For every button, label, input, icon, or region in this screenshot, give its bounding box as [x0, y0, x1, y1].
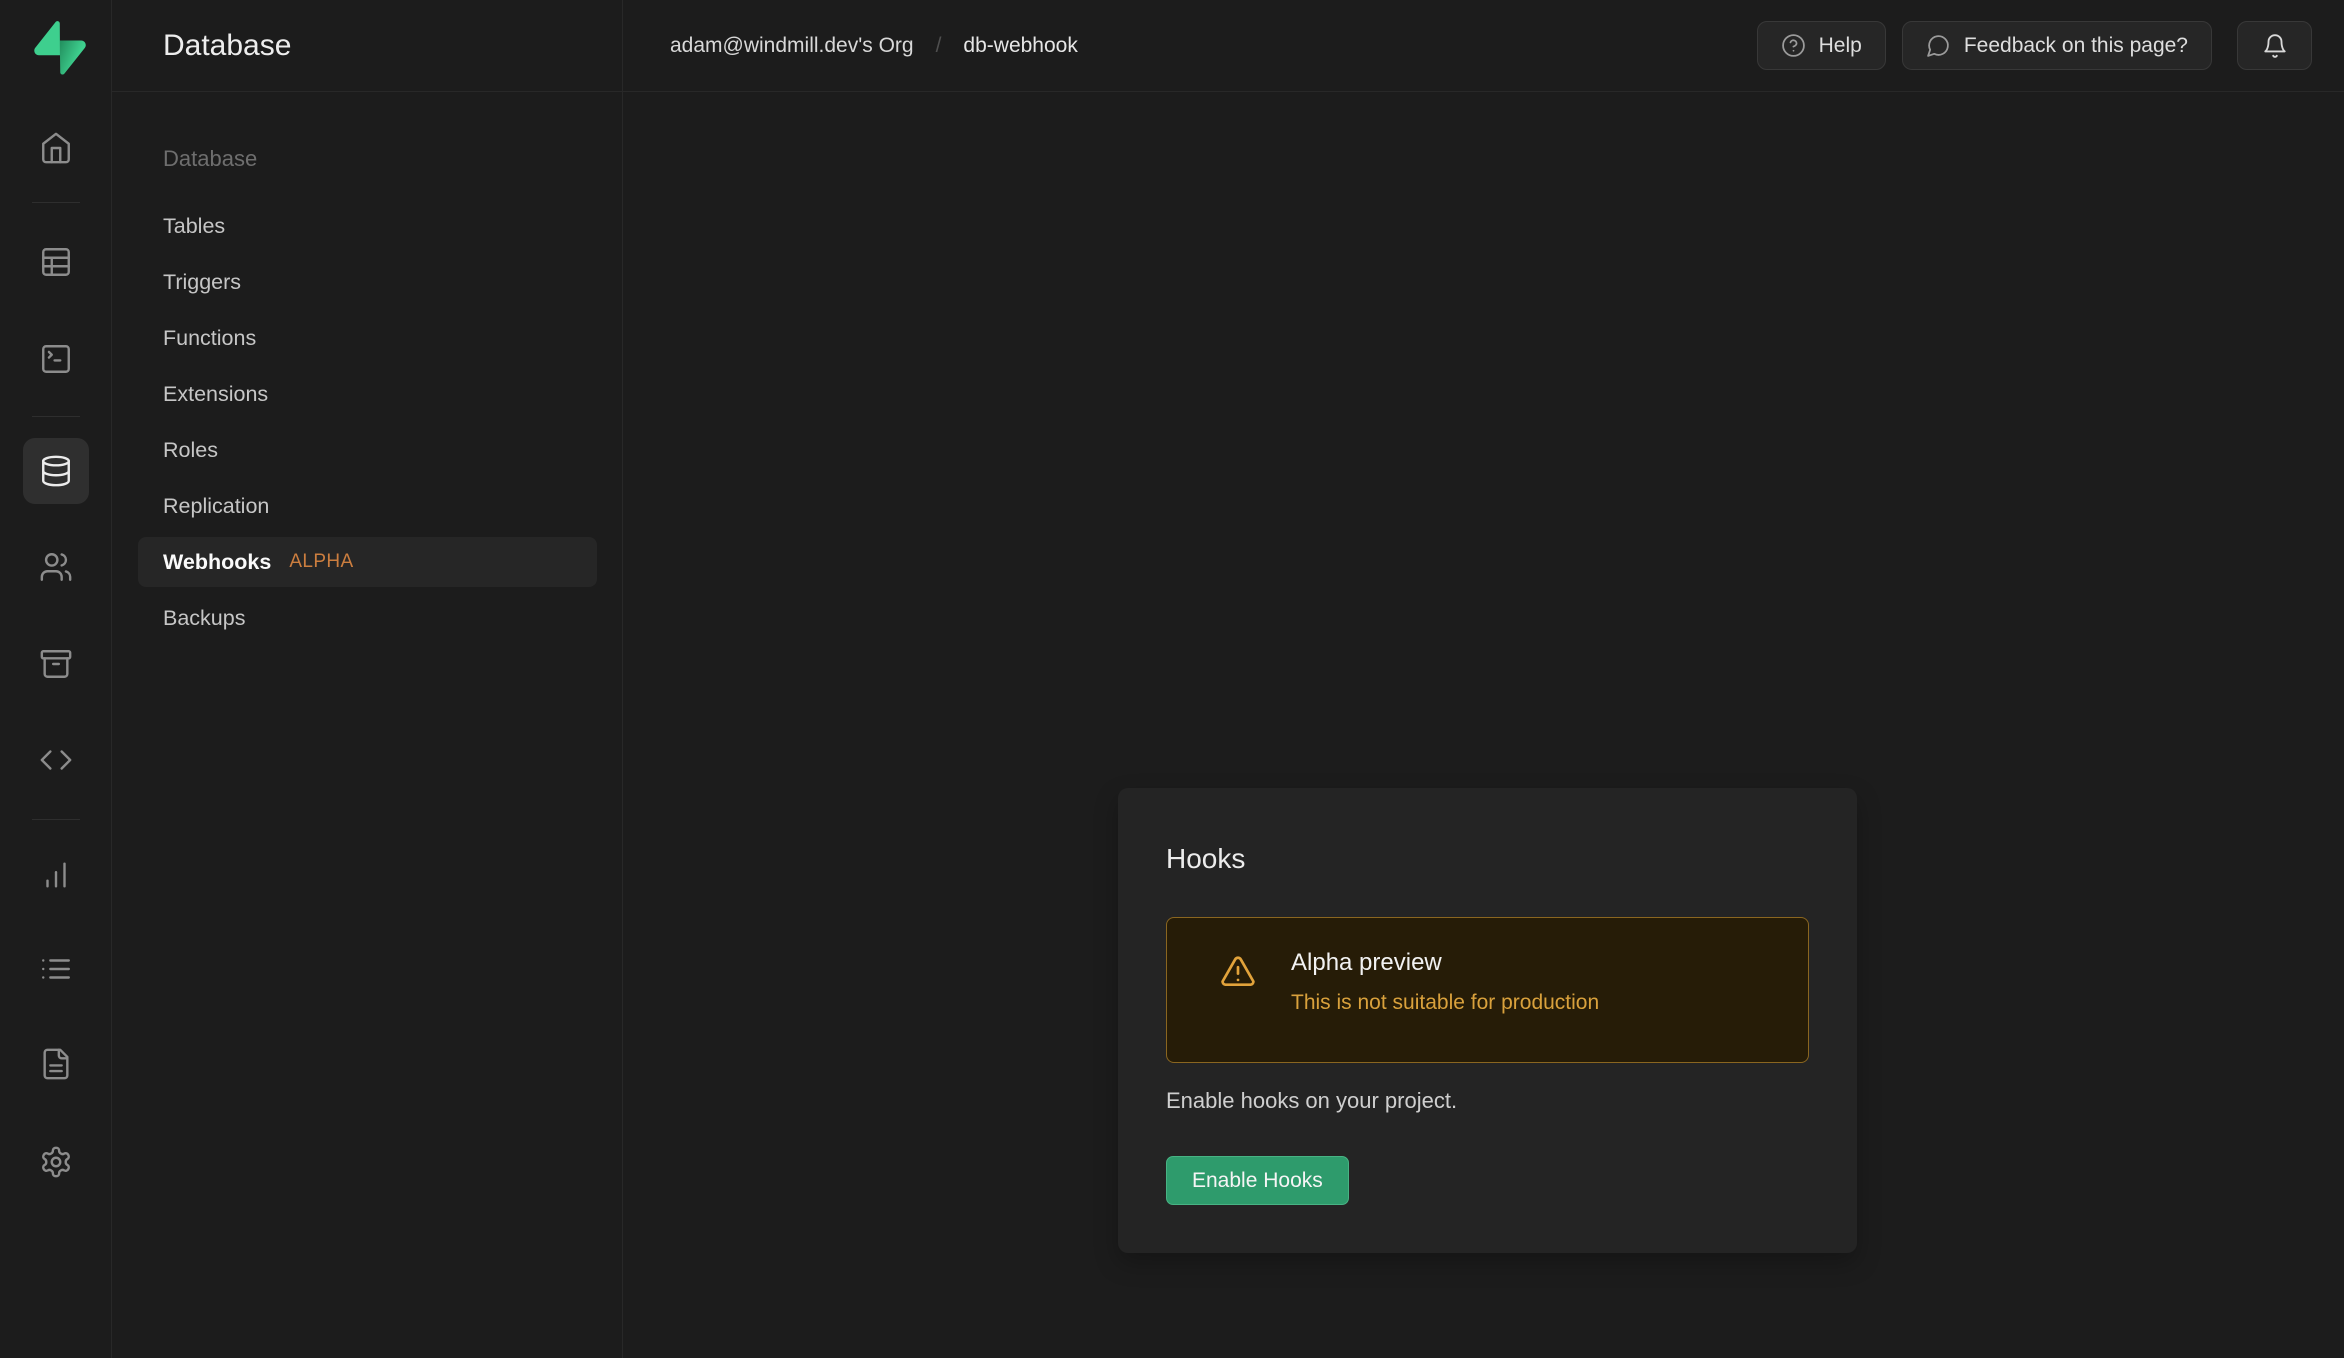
- rail-database[interactable]: [23, 438, 89, 504]
- sidebar-item-roles[interactable]: Roles: [112, 422, 622, 478]
- page-title: Database: [163, 29, 291, 63]
- file-text-icon: [39, 1047, 73, 1081]
- bar-chart-icon: [39, 858, 73, 892]
- icon-rail: [0, 0, 112, 1358]
- hooks-card-body: Enable hooks on your project.: [1166, 1088, 1809, 1114]
- rail-divider: [32, 416, 80, 417]
- rail-authentication[interactable]: [23, 534, 89, 600]
- sidebar-item-webhooks[interactable]: Webhooks ALPHA: [138, 537, 597, 587]
- help-circle-icon: [1781, 33, 1806, 58]
- rail-home[interactable]: [23, 115, 89, 181]
- alpha-badge: ALPHA: [289, 551, 353, 573]
- rail-divider: [32, 202, 80, 203]
- sidebar-item-triggers[interactable]: Triggers: [112, 254, 622, 310]
- home-icon: [39, 131, 73, 165]
- alpha-preview-alert: Alpha preview This is not suitable for p…: [1166, 917, 1809, 1063]
- database-sidebar: Database Database Tables Triggers Functi…: [112, 0, 623, 1358]
- alert-description: This is not suitable for production: [1291, 991, 1599, 1015]
- table-icon: [39, 245, 73, 279]
- rail-api-docs[interactable]: [23, 1031, 89, 1097]
- warning-triangle-icon: [1219, 953, 1257, 991]
- header-actions: Help Feedback on this page?: [1757, 21, 2312, 70]
- code-icon: [39, 743, 73, 777]
- feedback-button[interactable]: Feedback on this page?: [1902, 21, 2212, 70]
- enable-hooks-button[interactable]: Enable Hooks: [1166, 1156, 1349, 1205]
- users-icon: [39, 550, 73, 584]
- rail-logs[interactable]: [23, 936, 89, 1002]
- breadcrumb: adam@windmill.dev's Org / db-webhook: [670, 34, 1078, 58]
- breadcrumb-separator: /: [936, 34, 942, 58]
- rail-storage[interactable]: [23, 631, 89, 697]
- sidebar-item-tables[interactable]: Tables: [112, 198, 622, 254]
- sidebar-section-label: Database: [163, 146, 257, 172]
- sidebar-item-functions[interactable]: Functions: [112, 310, 622, 366]
- rail-sql-editor[interactable]: [23, 326, 89, 392]
- gear-icon: [39, 1145, 73, 1179]
- breadcrumb-project[interactable]: db-webhook: [963, 34, 1077, 58]
- archive-icon: [39, 647, 73, 681]
- main-content: Hooks Alpha preview This is not suitable…: [623, 92, 2344, 1358]
- alert-text: Alpha preview This is not suitable for p…: [1291, 948, 1599, 1015]
- sidebar-menu: Tables Triggers Functions Extensions Rol…: [112, 198, 622, 646]
- supabase-logo-icon: [34, 20, 86, 76]
- rail-reports[interactable]: [23, 842, 89, 908]
- sidebar-item-extensions[interactable]: Extensions: [112, 366, 622, 422]
- list-icon: [39, 952, 73, 986]
- rail-divider: [32, 819, 80, 820]
- message-circle-icon: [1926, 33, 1951, 58]
- notifications-button[interactable]: [2237, 21, 2312, 70]
- rail-settings[interactable]: [23, 1129, 89, 1195]
- rail-api[interactable]: [23, 727, 89, 793]
- bell-icon: [2262, 33, 2288, 59]
- rail-table-editor[interactable]: [23, 229, 89, 295]
- supabase-logo[interactable]: [34, 20, 86, 76]
- breadcrumb-org[interactable]: adam@windmill.dev's Org: [670, 34, 914, 58]
- hooks-card-title: Hooks: [1166, 842, 1809, 876]
- database-icon: [39, 454, 73, 488]
- terminal-icon: [39, 342, 73, 376]
- help-button[interactable]: Help: [1757, 21, 1886, 70]
- sidebar-item-backups[interactable]: Backups: [112, 590, 622, 646]
- sidebar-item-replication[interactable]: Replication: [112, 478, 622, 534]
- top-header: adam@windmill.dev's Org / db-webhook Hel…: [623, 0, 2344, 92]
- alert-title: Alpha preview: [1291, 948, 1599, 978]
- hooks-card: Hooks Alpha preview This is not suitable…: [1118, 788, 1857, 1253]
